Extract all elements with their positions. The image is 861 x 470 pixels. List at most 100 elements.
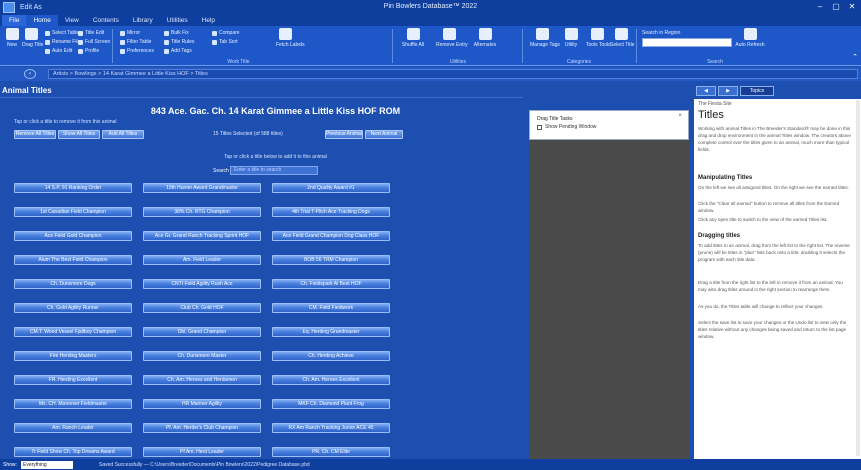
title-bar: Edit As Pin Bowlers Database™ 2022 – ▢ ✕ xyxy=(0,0,861,14)
title-button[interactable]: Ch. Dunsmere Dogs xyxy=(14,279,132,289)
help-back-button[interactable]: ◀ xyxy=(696,85,716,96)
ribbon-separator xyxy=(392,29,393,63)
new-button[interactable]: New xyxy=(3,28,21,56)
title-button[interactable]: CM.T. Wood Vessel Fjallboy Champion xyxy=(14,327,132,337)
title-button[interactable]: Pf. Am. Herder's Club Champion xyxy=(143,423,261,433)
drag-title-button[interactable]: Drag Title xyxy=(22,28,43,56)
title-button[interactable]: 14 S.P. 91 Ranking Order xyxy=(14,183,132,193)
help-breadcrumb[interactable]: The Fiesta Site xyxy=(698,101,732,107)
preferences-button[interactable]: Preferences xyxy=(120,47,154,55)
help-forward-button[interactable]: ▶ xyxy=(718,85,738,96)
tab-sort-button[interactable]: Tab Sort xyxy=(212,38,238,46)
tab-utilities[interactable]: Utilities xyxy=(160,15,195,26)
add-all-titles-button[interactable]: Add All Titles xyxy=(102,130,144,139)
compare-button[interactable]: Compare xyxy=(212,29,240,37)
path-field[interactable]: Artists > Bowlings > 14 Karat Gimmee a L… xyxy=(48,69,858,79)
help-topics-tab[interactable]: Topics xyxy=(740,85,774,96)
show-all-titles-button[interactable]: Show All Titles xyxy=(58,130,100,139)
utility-button[interactable]: Utility xyxy=(560,28,582,56)
title-button[interactable]: Club Ch. Gold HOF xyxy=(143,303,261,313)
title-button[interactable]: PR. Ch. CM Elite xyxy=(272,447,390,457)
title-button[interactable]: 1st Canadian Field Champion xyxy=(14,207,132,217)
minimize-button[interactable]: – xyxy=(813,1,827,12)
tab-file[interactable]: File xyxy=(2,15,27,26)
show-pending-label: Show Pending Window xyxy=(545,124,597,130)
filter-table-button[interactable]: Filter Table xyxy=(120,38,151,46)
title-button[interactable]: Ace Gr. Grand Ranch Tracking Sprint HOF xyxy=(143,231,261,241)
full-screen-button[interactable]: Full Screen xyxy=(78,38,110,46)
drag-title-tasks-pane: Drag Title Tasks × Show Pending Window xyxy=(529,110,689,459)
close-button[interactable]: ✕ xyxy=(845,1,859,12)
tab-contents[interactable]: Contents xyxy=(86,15,126,26)
title-edit-button[interactable]: Title Edit xyxy=(78,29,104,37)
title-button[interactable]: RX Am Ranch Tracking Junior ACE 45 xyxy=(272,423,390,433)
title-button[interactable]: Am. Ranch Leader xyxy=(14,423,132,433)
title-button[interactable]: HR Mariner Agility xyxy=(143,399,261,409)
title-button[interactable]: Am. Field Leader xyxy=(143,255,261,265)
help-scrollbar[interactable] xyxy=(856,100,860,456)
title-button[interactable]: 38% Ch. RTG Champion xyxy=(143,207,261,217)
close-icon[interactable]: × xyxy=(678,113,682,119)
back-arrow-icon[interactable]: ‹ xyxy=(24,69,36,79)
tab-home[interactable]: Home xyxy=(26,15,58,26)
rename-file-button[interactable]: Rename File xyxy=(45,38,80,46)
title-button[interactable]: 4th Trial T-Pitch Ace Tracking Dogs xyxy=(272,207,390,217)
title-button[interactable]: Eq. Herding Grandmaster xyxy=(272,327,390,337)
search-input[interactable]: Enter a title to search xyxy=(230,166,318,175)
title-button[interactable]: Alum The Best Field Champion xyxy=(14,255,132,265)
ribbon-collapse-icon[interactable]: ⌃ xyxy=(852,53,858,61)
tab-view[interactable]: View xyxy=(58,15,86,26)
search-region-input[interactable] xyxy=(642,38,732,47)
title-button[interactable]: FR. Herding Excellent xyxy=(14,375,132,385)
profile-button[interactable]: Profile xyxy=(78,47,99,55)
remove-entry-button[interactable]: Remove Entry xyxy=(436,28,468,56)
sort-icon xyxy=(212,39,217,45)
previous-animal-button[interactable]: Previous Animal xyxy=(325,130,363,139)
title-button[interactable]: 2nd Quality Award #1 xyxy=(272,183,390,193)
title-button[interactable]: BOB 56 TRM Champion xyxy=(272,255,390,265)
auto-refresh-button[interactable]: Auto Refresh xyxy=(735,28,765,56)
shuffle-all-button[interactable]: Shuffle All xyxy=(398,28,428,56)
help-paragraph: Click the "Clear all earned" button to r… xyxy=(698,201,840,213)
add-instruction: Tap or click a title below to add it to … xyxy=(224,154,327,160)
help-paragraph: As you do, the Titles table will change … xyxy=(698,304,824,309)
title-button[interactable]: Ch. Am. Heroes and Herdsmen xyxy=(143,375,261,385)
show-pending-checkbox[interactable] xyxy=(537,125,542,130)
tab-library[interactable]: Library xyxy=(126,15,160,26)
title-button[interactable]: Ch. Am. Heroes Excellent xyxy=(272,375,390,385)
title-button[interactable]: Ace Field Gold Champion xyxy=(14,231,132,241)
title-button[interactable]: Pf Am. Herd Leader xyxy=(143,447,261,457)
title-button[interactable]: CM. Field Fieldwork xyxy=(272,303,390,313)
help-paragraph: Click any open title to switch to the vi… xyxy=(698,217,828,222)
title-button[interactable]: Mx. CH. Moreover Fieldmaster xyxy=(14,399,132,409)
select-table-button[interactable]: Select Table xyxy=(45,29,79,37)
ribbon-separator xyxy=(522,29,523,63)
rename-icon xyxy=(45,39,50,45)
alternates-button[interactable]: Alternates xyxy=(470,28,500,56)
add-tags-button[interactable]: Add Tags xyxy=(164,47,192,55)
mirror-button[interactable]: Mirror xyxy=(120,29,140,37)
auto-edit-button[interactable]: Auto Edit xyxy=(45,47,72,55)
tab-help[interactable]: Help xyxy=(195,15,222,26)
title-button[interactable]: Fire Herding Masters xyxy=(14,351,132,361)
tools-button[interactable]: Tools Tools xyxy=(586,28,611,56)
select-title-button[interactable]: Select Title xyxy=(610,28,634,56)
remove-all-titles-button[interactable]: Remove All Titles xyxy=(14,130,56,139)
fetch-labels-button[interactable]: Fetch Labels xyxy=(276,28,305,56)
manage-tags-button[interactable]: Manage Tags xyxy=(530,28,560,56)
title-button[interactable]: Dbl. Grand Champion xyxy=(143,327,261,337)
title-button[interactable]: Ace Field Grand Champion Dog Class HOF xyxy=(272,231,390,241)
title-button[interactable]: Ch. Dunsmere Master xyxy=(143,351,261,361)
title-button[interactable]: Tr Field Show Ch. Top Dreams Award xyxy=(14,447,132,457)
title-button[interactable]: Ch. Fieldspark Al Best HOF xyxy=(272,279,390,289)
title-button[interactable]: 19th Hunter Award Grandmaster xyxy=(143,183,261,193)
title-button[interactable]: CNTI Field Agility Rush Ace xyxy=(143,279,261,289)
title-rules-button[interactable]: Title Rules xyxy=(164,38,194,46)
status-filter-select[interactable]: Everything xyxy=(21,460,73,469)
maximize-button[interactable]: ▢ xyxy=(829,1,843,12)
title-button[interactable]: Ch. Herding Achieve xyxy=(272,351,390,361)
bulk-fix-button[interactable]: Bulk Fix xyxy=(164,29,189,37)
next-animal-button[interactable]: Next Animal xyxy=(365,130,403,139)
title-button[interactable]: Ch. Gold Agility Runner xyxy=(14,303,132,313)
title-button[interactable]: MKF Ch. Diamond Plant Frog xyxy=(272,399,390,409)
